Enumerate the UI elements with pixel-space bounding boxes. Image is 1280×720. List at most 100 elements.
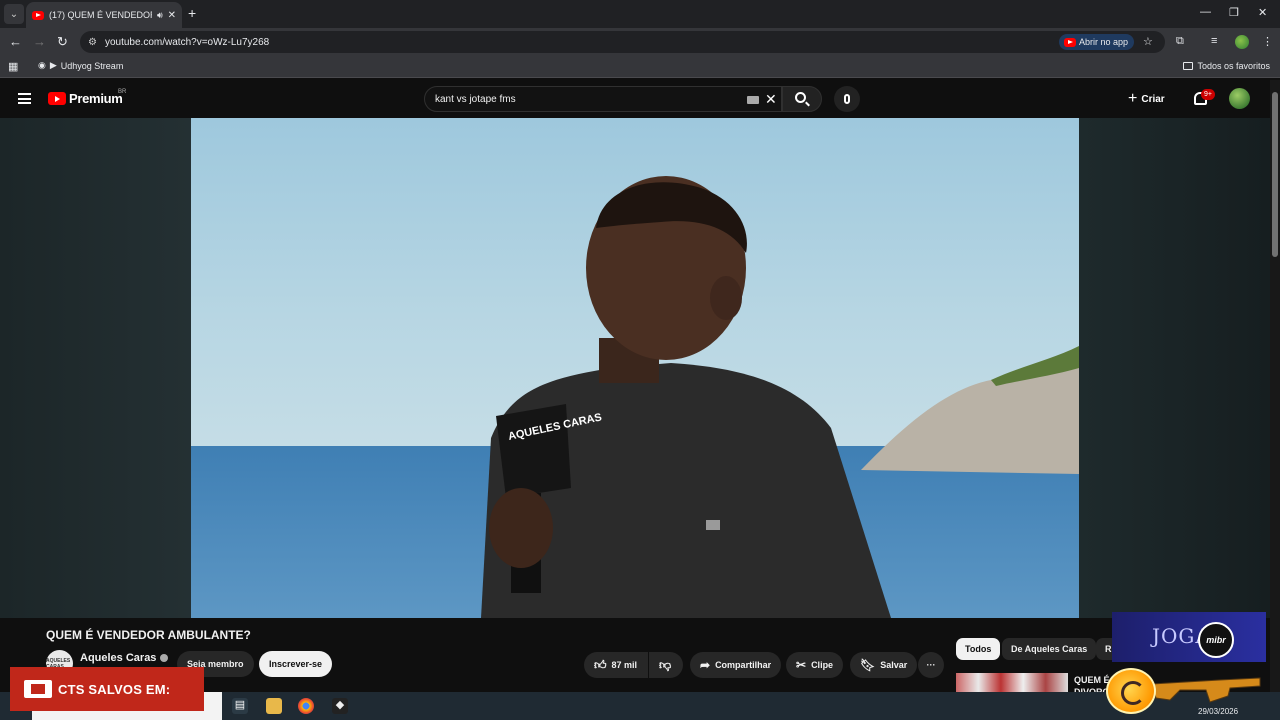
browser-tabstrip: ⌄ (17) QUEM É VENDEDOR AMBULANTE? 🔊︎ ✕ +… [0, 0, 1280, 28]
bookmark-star-icon[interactable]: ☆ [1143, 35, 1153, 48]
account-avatar[interactable] [1229, 88, 1250, 109]
tab-search-icon[interactable]: ⌄ [4, 4, 24, 24]
like-count: 87 mil [611, 660, 638, 670]
orb-logo [1106, 668, 1156, 714]
microphone [496, 404, 571, 498]
file-explorer-icon[interactable] [266, 698, 282, 714]
channel-name[interactable]: Aqueles Caras [80, 652, 156, 664]
screen: ⌄ (17) QUEM É VENDEDOR AMBULANTE? 🔊︎ ✕ +… [0, 0, 1280, 720]
promo-banner: CTS SALVOS EM: [10, 667, 204, 711]
chip-label: De Aqueles Caras [1011, 644, 1088, 654]
browser-toolbar: ← → ↻ ⚙ youtube.com/watch?v=oWz-Lu7y268 … [0, 28, 1280, 56]
voice-search-button[interactable] [834, 86, 860, 112]
more-actions-icon: ··· [926, 660, 936, 670]
play-icon: ▶ [49, 60, 57, 70]
taskbar-date: 29/03/2026 [1198, 707, 1239, 716]
rifle-graphic [1151, 677, 1261, 703]
folder-icon [1183, 62, 1194, 70]
save-button[interactable]: 🔖︎ Salvar [850, 652, 918, 678]
url-text[interactable]: youtube.com/watch?v=oWz-Lu7y268 [105, 37, 269, 48]
search-icon [795, 92, 806, 103]
subscribe-button[interactable]: Inscrever-se [259, 651, 333, 677]
keyboard-icon[interactable] [747, 96, 759, 104]
clip-button[interactable]: ✂ Clipe [786, 652, 844, 678]
verified-icon [160, 654, 169, 662]
like-button[interactable]: 👍︎ 87 mil [584, 652, 648, 678]
mibr-overlay: JOGA [1112, 612, 1266, 662]
promo-text: CTS SALVOS EM: [58, 681, 171, 697]
video-frame: AQUELES CARAS [191, 118, 1079, 618]
hand [489, 488, 553, 568]
more-actions-button[interactable]: ··· [918, 652, 944, 678]
youtube-favicon-icon [32, 10, 44, 20]
open-in-app-label: Abrir no app [1079, 37, 1129, 47]
mibr-logo: mibr [1198, 622, 1234, 658]
chip-from-channel[interactable]: De Aqueles Caras [1002, 638, 1097, 660]
recommended-thumbnail[interactable] [956, 673, 1068, 693]
dislike-button[interactable]: 👎︎ [649, 652, 683, 678]
minimize-icon[interactable]: — [1200, 6, 1211, 18]
save-icon: 🔖︎ [860, 658, 876, 672]
logo-text: Premium [69, 91, 123, 106]
search-query[interactable]: kant vs jotape fms [435, 94, 516, 105]
scrollbar-thumb[interactable] [1272, 92, 1278, 257]
clear-search-icon[interactable]: ✕ [765, 91, 777, 108]
tab-title: (17) QUEM É VENDEDOR AMBULANTE? [49, 10, 152, 20]
task-view-icon[interactable]: ▤ [232, 698, 248, 714]
speaker-icon[interactable]: 🔊︎ [157, 10, 163, 21]
clip-label: Clipe [811, 660, 834, 670]
video-title: QUEM É VENDEDOR AMBULANTE? [46, 628, 251, 642]
new-tab-icon[interactable]: + [188, 5, 196, 21]
youtube-logo-icon [48, 92, 66, 105]
create-label: Criar [1141, 93, 1165, 105]
subscribe-label: Inscrever-se [269, 659, 323, 669]
browser-tab[interactable]: (17) QUEM É VENDEDOR AMBULANTE? 🔊︎ ✕ [26, 2, 182, 28]
apps-grid-icon[interactable]: ▦ [8, 60, 18, 73]
save-label: Salvar [880, 660, 908, 670]
search-input[interactable]: kant vs jotape fms ✕ [424, 86, 782, 112]
youtube-header: Premium BR kant vs jotape fms ✕ + Criar … [0, 80, 1270, 118]
app-diamond-icon[interactable]: ◆ [332, 698, 348, 714]
open-in-app-button[interactable]: Abrir no app [1059, 34, 1134, 50]
bookmark-udhyog-stream[interactable]: ◉ ▶ Udhyog Stream [38, 60, 123, 71]
chrome-icon[interactable] [298, 698, 314, 714]
share-label: Compartilhar [715, 660, 772, 670]
shirt-tag [706, 520, 720, 530]
channel-name-link[interactable]: Aqueles Caras [80, 652, 169, 664]
chip-label: R [1105, 644, 1112, 654]
ear [710, 276, 742, 320]
forward-icon[interactable]: → [33, 34, 46, 49]
site-info-icon[interactable]: ⚙ [88, 37, 97, 48]
extensions-icon[interactable]: ⧉ [1176, 35, 1184, 48]
share-icon: ➦ [700, 658, 711, 672]
notification-count-badge: 9+ [1201, 89, 1215, 100]
search-button[interactable] [782, 86, 822, 112]
share-button[interactable]: ➦ Compartilhar [690, 652, 782, 678]
microphone-icon [844, 94, 850, 104]
chip-label: Todos [965, 644, 992, 654]
thumbs-up-icon: 👍︎ [594, 657, 607, 672]
thumbs-down-icon: 👎︎ [659, 657, 672, 672]
scissors-icon: ✂ [796, 658, 807, 672]
close-tab-icon[interactable]: ✕ [168, 10, 176, 21]
youtube-premium-logo[interactable]: Premium [48, 91, 123, 106]
video-player[interactable]: AQUELES CARAS [191, 118, 1079, 618]
country-code: BR [118, 89, 127, 95]
media-controls-icon[interactable]: ≡ [1211, 35, 1217, 47]
youtube-app-icon [1064, 37, 1076, 47]
reload-icon[interactable]: ↻ [57, 34, 68, 50]
page-scrollbar[interactable] [1270, 80, 1280, 692]
bookmarks-bar: ▦ ◉ ▶ Udhyog Stream Todos os favoritos [0, 56, 1280, 78]
address-bar[interactable]: ⚙ youtube.com/watch?v=oWz-Lu7y268 [80, 31, 1165, 53]
more-menu-icon[interactable]: ⋮ [1262, 35, 1273, 48]
menu-icon[interactable] [18, 93, 31, 104]
bookmark-label: Udhyog Stream [60, 60, 124, 71]
close-window-icon[interactable]: ✕ [1258, 6, 1267, 19]
create-button[interactable]: + Criar [1128, 89, 1165, 109]
back-icon[interactable]: ← [9, 34, 22, 49]
chip-all[interactable]: Todos [956, 638, 1001, 660]
restore-icon[interactable]: ❐ [1229, 6, 1239, 19]
all-bookmarks-label: Todos os favoritos [1197, 61, 1270, 71]
all-bookmarks-folder[interactable]: Todos os favoritos [1183, 61, 1270, 71]
profile-avatar-icon[interactable] [1235, 35, 1249, 49]
